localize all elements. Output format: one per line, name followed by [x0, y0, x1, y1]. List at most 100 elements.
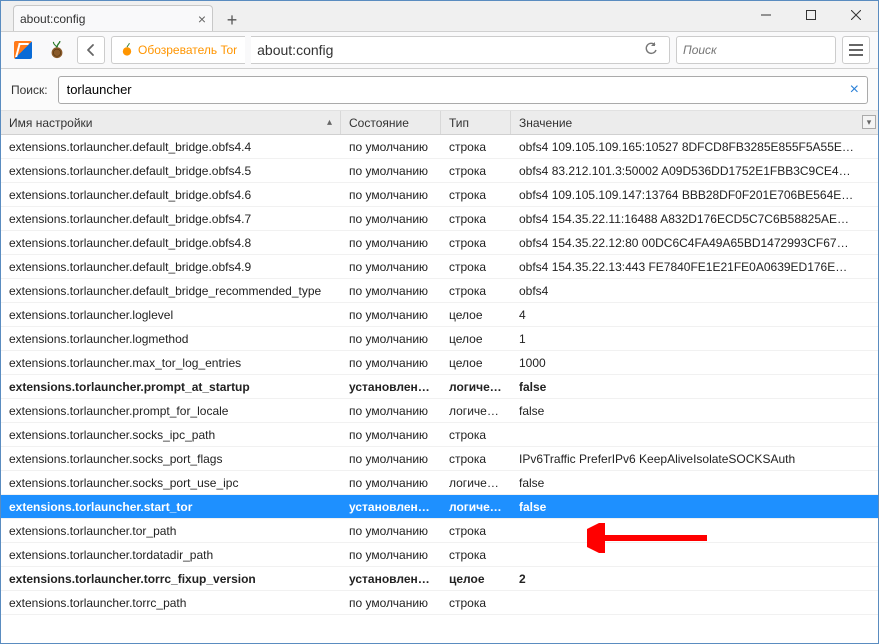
- identity-box[interactable]: Обозреватель Tor: [111, 36, 245, 64]
- pref-row[interactable]: extensions.torlauncher.torrc_fixup_versi…: [1, 567, 878, 591]
- prefs-table[interactable]: extensions.torlauncher.default_bridge.ob…: [1, 135, 878, 643]
- pref-row[interactable]: extensions.torlauncher.default_bridge.ob…: [1, 183, 878, 207]
- pref-value: 2: [511, 572, 862, 586]
- pref-state: по умолчанию: [341, 548, 441, 562]
- pref-type: строка: [441, 548, 511, 562]
- pref-row[interactable]: extensions.torlauncher.start_torустановл…: [1, 495, 878, 519]
- navbar: Обозреватель Tor: [1, 31, 878, 69]
- pref-state: установлено по…: [341, 500, 441, 514]
- pref-type: целое: [441, 572, 511, 586]
- pref-type: строка: [441, 524, 511, 538]
- pref-row[interactable]: extensions.torlauncher.default_bridge.ob…: [1, 231, 878, 255]
- tor-onion-icon[interactable]: [43, 36, 71, 64]
- pref-row[interactable]: extensions.torlauncher.default_bridge.ob…: [1, 207, 878, 231]
- clear-filter-icon[interactable]: ×: [850, 81, 859, 99]
- pref-state: по умолчанию: [341, 332, 441, 346]
- pref-row[interactable]: extensions.torlauncher.socks_port_use_ip…: [1, 471, 878, 495]
- column-header-type[interactable]: Тип: [441, 111, 511, 134]
- titlebar: about:config × +: [1, 1, 878, 31]
- pref-name: extensions.torlauncher.torrc_path: [1, 596, 341, 610]
- close-tab-icon[interactable]: ×: [198, 11, 206, 27]
- pref-state: по умолчанию: [341, 356, 441, 370]
- window-controls: [743, 1, 878, 29]
- pref-type: логическ…: [441, 500, 511, 514]
- url-input[interactable]: [257, 42, 639, 58]
- pref-state: по умолчанию: [341, 236, 441, 250]
- pref-type: строка: [441, 164, 511, 178]
- pref-name: extensions.torlauncher.logmethod: [1, 332, 341, 346]
- pref-value: IPv6Traffic PreferIPv6 KeepAliveIsolateS…: [511, 452, 862, 466]
- pref-value: 1000: [511, 356, 862, 370]
- pref-row[interactable]: extensions.torlauncher.socks_ipc_pathпо …: [1, 423, 878, 447]
- back-button[interactable]: [77, 36, 105, 64]
- pref-value: 1: [511, 332, 862, 346]
- pref-name: extensions.torlauncher.prompt_at_startup: [1, 380, 341, 394]
- url-bar[interactable]: [251, 36, 670, 64]
- tab-title: about:config: [20, 12, 85, 26]
- pref-type: строка: [441, 596, 511, 610]
- pref-value: obfs4: [511, 284, 862, 298]
- pref-row[interactable]: extensions.torlauncher.torrc_pathпо умол…: [1, 591, 878, 615]
- pref-type: строка: [441, 452, 511, 466]
- extension-sbis-icon[interactable]: [9, 36, 37, 64]
- filter-box[interactable]: ×: [58, 76, 868, 104]
- filter-input[interactable]: [67, 82, 850, 97]
- pref-value: false: [511, 404, 862, 418]
- column-header-value[interactable]: Значение: [511, 111, 862, 134]
- pref-row[interactable]: extensions.torlauncher.max_tor_log_entri…: [1, 351, 878, 375]
- pref-value: obfs4 154.35.22.13:443 FE7840FE1E21FE0A0…: [511, 260, 862, 274]
- pref-row[interactable]: extensions.torlauncher.prompt_at_startup…: [1, 375, 878, 399]
- pref-name: extensions.torlauncher.prompt_for_locale: [1, 404, 341, 418]
- pref-state: по умолчанию: [341, 596, 441, 610]
- pref-name: extensions.torlauncher.default_bridge.ob…: [1, 212, 341, 226]
- pref-type: целое: [441, 332, 511, 346]
- filter-label: Поиск:: [11, 83, 48, 97]
- close-window-button[interactable]: [833, 1, 878, 29]
- search-input[interactable]: [683, 43, 840, 57]
- pref-type: строка: [441, 140, 511, 154]
- pref-row[interactable]: extensions.torlauncher.logmethodпо умолч…: [1, 327, 878, 351]
- pref-name: extensions.torlauncher.torrc_fixup_versi…: [1, 572, 341, 586]
- menu-button[interactable]: [842, 36, 870, 64]
- pref-state: по умолчанию: [341, 212, 441, 226]
- pref-state: по умолчанию: [341, 284, 441, 298]
- pref-type: строка: [441, 236, 511, 250]
- pref-state: по умолчанию: [341, 260, 441, 274]
- pref-type: целое: [441, 308, 511, 322]
- column-header-state[interactable]: Состояние: [341, 111, 441, 134]
- pref-row[interactable]: extensions.torlauncher.default_bridge.ob…: [1, 135, 878, 159]
- pref-row[interactable]: extensions.torlauncher.loglevelпо умолча…: [1, 303, 878, 327]
- pref-name: extensions.torlauncher.default_bridge.ob…: [1, 188, 341, 202]
- pref-row[interactable]: extensions.torlauncher.prompt_for_locale…: [1, 399, 878, 423]
- pref-state: по умолчанию: [341, 476, 441, 490]
- pref-name: extensions.torlauncher.start_tor: [1, 500, 341, 514]
- pref-value: false: [511, 500, 862, 514]
- search-bar[interactable]: [676, 36, 836, 64]
- browser-tab[interactable]: about:config ×: [13, 5, 213, 31]
- filter-bar: Поиск: ×: [1, 69, 878, 111]
- pref-type: логическое: [441, 476, 511, 490]
- pref-row[interactable]: extensions.torlauncher.tor_pathпо умолча…: [1, 519, 878, 543]
- pref-name: extensions.torlauncher.max_tor_log_entri…: [1, 356, 341, 370]
- maximize-button[interactable]: [788, 1, 833, 29]
- pref-state: по умолчанию: [341, 308, 441, 322]
- pref-name: extensions.torlauncher.tor_path: [1, 524, 341, 538]
- pref-type: строка: [441, 428, 511, 442]
- reload-icon[interactable]: [639, 42, 663, 59]
- new-tab-button[interactable]: +: [219, 9, 245, 31]
- pref-name: extensions.torlauncher.tordatadir_path: [1, 548, 341, 562]
- column-picker-icon[interactable]: ▾: [862, 115, 876, 129]
- pref-state: по умолчанию: [341, 188, 441, 202]
- pref-name: extensions.torlauncher.socks_port_use_ip…: [1, 476, 341, 490]
- pref-state: установлено по…: [341, 572, 441, 586]
- pref-row[interactable]: extensions.torlauncher.socks_port_flagsп…: [1, 447, 878, 471]
- pref-name: extensions.torlauncher.default_bridge.ob…: [1, 164, 341, 178]
- minimize-button[interactable]: [743, 1, 788, 29]
- column-header-name[interactable]: Имя настройки: [1, 111, 341, 134]
- pref-type: логическ…: [441, 380, 511, 394]
- pref-row[interactable]: extensions.torlauncher.default_bridge.ob…: [1, 159, 878, 183]
- pref-row[interactable]: extensions.torlauncher.default_bridge.ob…: [1, 255, 878, 279]
- pref-row[interactable]: extensions.torlauncher.default_bridge_re…: [1, 279, 878, 303]
- pref-type: строка: [441, 212, 511, 226]
- pref-row[interactable]: extensions.torlauncher.tordatadir_pathпо…: [1, 543, 878, 567]
